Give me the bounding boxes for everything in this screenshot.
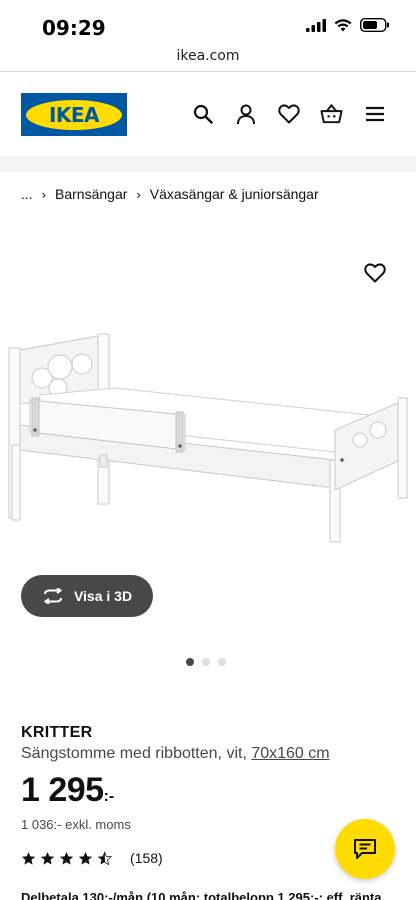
- price-ex-vat: 1 036:- exkl. moms: [21, 817, 131, 832]
- search-icon[interactable]: [191, 102, 214, 125]
- favourite-button[interactable]: [362, 260, 388, 286]
- status-time: 09:29: [42, 16, 106, 40]
- price-suffix: :-: [103, 788, 115, 805]
- price-main: 1 295: [21, 771, 104, 809]
- product-price: 1 295 :-: [21, 770, 114, 810]
- star-icon: [59, 851, 74, 865]
- rotate-3d-icon: [43, 588, 63, 604]
- carousel-dot[interactable]: [218, 658, 226, 666]
- breadcrumb-item-barnsangar[interactable]: Barnsängar: [55, 186, 127, 202]
- view-in-3d-button[interactable]: Visa i 3D: [21, 575, 153, 617]
- star-icon: [78, 851, 93, 865]
- chevron-right-icon: ›: [136, 186, 141, 202]
- menu-icon[interactable]: [363, 102, 386, 125]
- review-count: (158): [130, 850, 163, 866]
- battery-icon: [360, 18, 389, 32]
- chevron-right-icon: ›: [41, 186, 47, 202]
- breadcrumb-item-vaxasangar[interactable]: Växasängar & juniorsängar: [150, 186, 319, 202]
- header-separator: [0, 156, 416, 172]
- user-icon[interactable]: [234, 102, 257, 125]
- product-rating[interactable]: (158): [21, 850, 163, 866]
- star-icon: [40, 851, 55, 865]
- chat-button[interactable]: [335, 819, 395, 879]
- star-icon: [21, 851, 36, 865]
- view-in-3d-label: Visa i 3D: [73, 588, 133, 604]
- signal-icon: [306, 18, 326, 32]
- heart-icon: [364, 263, 386, 283]
- basket-icon[interactable]: [320, 102, 343, 125]
- carousel-dot[interactable]: [186, 658, 194, 666]
- product-description-text: Sängstomme med ribbotten, vit,: [21, 745, 252, 762]
- logo-oval: IKEA: [26, 99, 122, 130]
- installment-text[interactable]: Delbetala 130:-/mån (10 mån; totalbelopp…: [21, 890, 381, 900]
- product-image[interactable]: [0, 320, 416, 580]
- chat-icon: [354, 839, 376, 859]
- carousel-dot[interactable]: [202, 658, 210, 666]
- status-bar: 09:29: [0, 0, 416, 48]
- status-icons: [306, 18, 390, 32]
- product-size-link[interactable]: 70x160 cm: [251, 745, 329, 762]
- product-name: KRITTER: [21, 724, 93, 741]
- heart-icon[interactable]: [277, 102, 300, 125]
- url-bar[interactable]: ikea.com: [0, 48, 416, 70]
- wifi-icon: [334, 18, 352, 31]
- half-star-icon: [97, 851, 112, 865]
- breadcrumb: ... › Barnsängar › Växasängar & juniorsä…: [21, 186, 319, 202]
- logo-text: IKEA: [48, 102, 100, 127]
- product-description: Sängstomme med ribbotten, vit, 70x160 cm: [21, 745, 330, 763]
- site-header: IKEA: [0, 72, 416, 156]
- header-icons: [191, 102, 386, 125]
- breadcrumb-ellipsis[interactable]: ...: [21, 186, 33, 202]
- ikea-logo[interactable]: IKEA: [21, 93, 127, 136]
- carousel-dots: [186, 658, 226, 666]
